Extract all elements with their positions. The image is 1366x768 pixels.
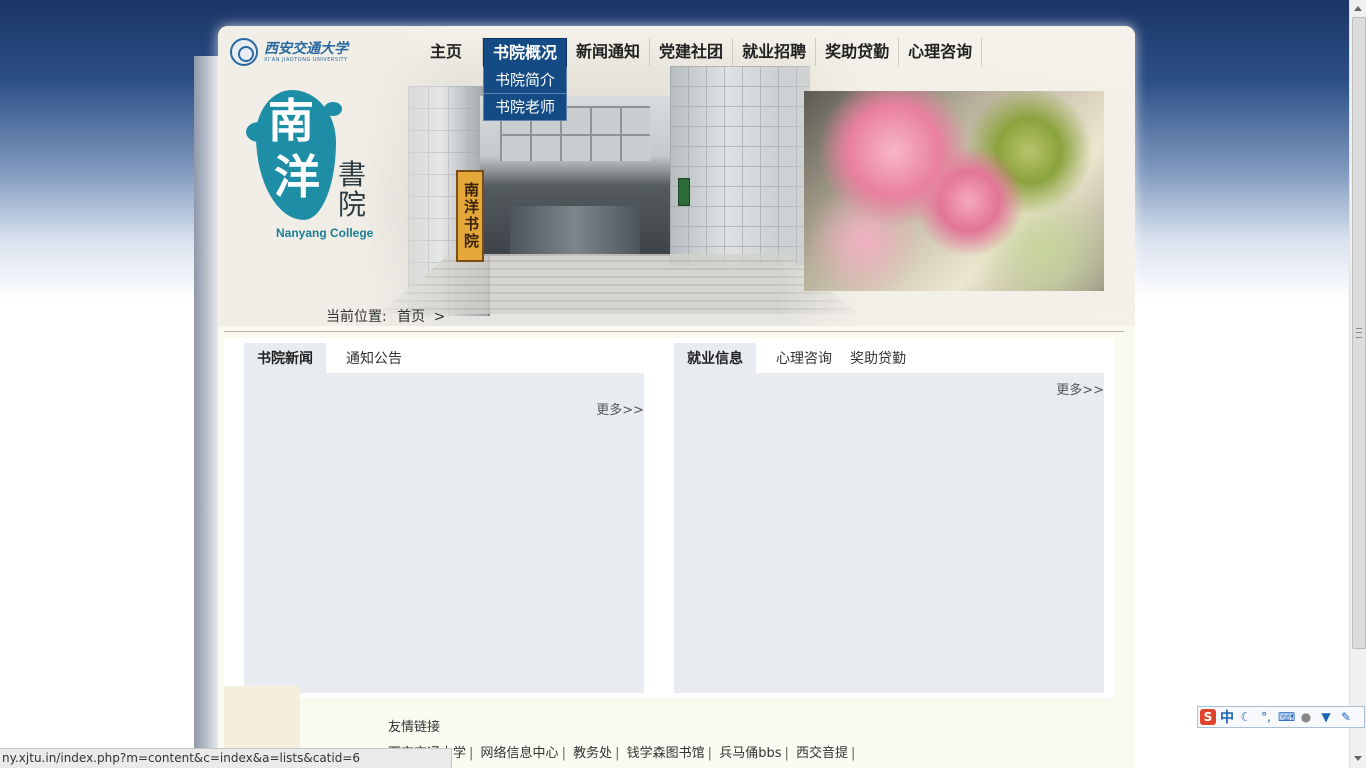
friend-links: 西安交通大学| 网络信息中心| 教务处| 钱学森图书馆| 兵马俑bbs| 西交音… bbox=[388, 742, 858, 761]
jobs-panel-body: 更多>> bbox=[674, 373, 1104, 693]
moon-icon[interactable]: ☾ bbox=[1238, 709, 1254, 725]
breadcrumb: 当前位置: 首页 > bbox=[326, 306, 445, 326]
wrench-icon[interactable]: ✎ bbox=[1338, 709, 1354, 725]
tab-college-news[interactable]: 书院新闻 bbox=[244, 343, 326, 373]
college-logo[interactable]: 南 洋 書 院 Nanyang College bbox=[246, 82, 386, 252]
nav-item-counseling[interactable]: 心理咨询 bbox=[899, 38, 983, 66]
scroll-down-arrow-icon[interactable] bbox=[1354, 756, 1362, 761]
news-more-link[interactable]: 更多>> bbox=[596, 399, 644, 418]
nav-item-home[interactable]: 主页 bbox=[410, 38, 484, 66]
jobs-panel: 就业信息 心理咨询 奖助贷勤 更多>> bbox=[674, 343, 1104, 693]
friend-link[interactable]: 钱学森图书馆 bbox=[627, 746, 705, 761]
news-panel: 书院新闻 通知公告 更多>> bbox=[244, 343, 644, 693]
ime-mode-toggle[interactable]: 中 bbox=[1220, 707, 1234, 727]
nav-item-overview-label: 书院概况 bbox=[493, 43, 558, 62]
college-english-name: Nanyang College bbox=[276, 226, 374, 240]
nav-item-party[interactable]: 党建社团 bbox=[650, 38, 734, 66]
college-logo-char-yuan: 院 bbox=[338, 188, 367, 221]
main-nav: 主页 书院概况 书院简介 书院老师 新闻通知 党建社团 就业招聘 奖助贷勤 心理… bbox=[410, 38, 983, 121]
breadcrumb-home-link[interactable]: 首页 bbox=[397, 309, 425, 325]
nav-item-overview[interactable]: 书院概况 书院简介 书院老师 bbox=[483, 38, 568, 121]
college-logo-char-yang: 洋 bbox=[274, 150, 320, 204]
tab-notices[interactable]: 通知公告 bbox=[326, 343, 415, 373]
browser-status-bar: ny.xjtu.in/index.php?m=content&c=index&a… bbox=[0, 748, 452, 768]
university-name: 西安交通大学 bbox=[264, 41, 348, 57]
college-logo-char-nan: 南 bbox=[268, 94, 314, 148]
friend-link[interactable]: 西交音提 bbox=[796, 746, 848, 761]
nav-dropdown-overview: 书院简介 书院老师 bbox=[483, 67, 568, 121]
nav-item-news[interactable]: 新闻通知 bbox=[567, 38, 651, 66]
friend-link[interactable]: 网络信息中心 bbox=[481, 746, 559, 761]
vertical-scrollbar[interactable] bbox=[1349, 0, 1366, 768]
university-seal-icon bbox=[230, 38, 258, 66]
friend-link[interactable]: 教务处 bbox=[573, 746, 612, 761]
content-area: 书院新闻 通知公告 更多>> 就业信息 心理咨询 奖助贷勤 更多>> bbox=[224, 338, 1114, 698]
header-banner: 南洋书院 西安交通大学 XI'AN JIAOTONG UNIVERSITY 南 … bbox=[218, 26, 1135, 326]
tab-job-info[interactable]: 就业信息 bbox=[674, 343, 756, 373]
friend-link[interactable]: 兵马俑bbs bbox=[719, 746, 781, 761]
news-panel-tabs: 书院新闻 通知公告 bbox=[244, 343, 644, 373]
green-sign bbox=[678, 178, 690, 206]
college-logo-char-shu: 書 bbox=[338, 158, 367, 191]
dropdown-item-intro[interactable]: 书院简介 bbox=[483, 67, 568, 94]
breadcrumb-arrow: > bbox=[433, 309, 446, 325]
cherry-blossom-photo bbox=[804, 91, 1104, 291]
university-logo[interactable]: 西安交通大学 XI'AN JIAOTONG UNIVERSITY bbox=[230, 36, 350, 68]
jobs-panel-tabs: 就业信息 心理咨询 奖助贷勤 bbox=[674, 343, 1104, 373]
tab-financial-aid[interactable]: 奖助贷勤 bbox=[840, 343, 919, 373]
university-english-name: XI'AN JIAOTONG UNIVERSITY bbox=[264, 57, 348, 63]
dropdown-item-teachers[interactable]: 书院老师 bbox=[483, 94, 568, 121]
page-container: 南洋书院 西安交通大学 XI'AN JIAOTONG UNIVERSITY 南 … bbox=[218, 26, 1135, 768]
friend-links-title: 友情链接 bbox=[388, 720, 441, 735]
nav-item-aid[interactable]: 奖助贷勤 bbox=[816, 38, 900, 66]
tab-counseling[interactable]: 心理咨询 bbox=[756, 343, 840, 373]
header-divider bbox=[224, 331, 1124, 332]
user-icon[interactable]: ● bbox=[1298, 709, 1314, 725]
keyboard-icon[interactable]: ⌨ bbox=[1278, 709, 1295, 725]
news-panel-body: 更多>> bbox=[244, 373, 644, 693]
scroll-up-arrow-icon[interactable] bbox=[1354, 6, 1362, 11]
breadcrumb-label: 当前位置: bbox=[326, 309, 387, 325]
scrollbar-thumb[interactable] bbox=[1352, 17, 1366, 649]
jobs-more-link[interactable]: 更多>> bbox=[1056, 379, 1104, 398]
skin-shirt-icon[interactable]: ▼ bbox=[1318, 709, 1334, 725]
ime-toolbar: S 中 ☾ °, ⌨ ● ▼ ✎ bbox=[1197, 706, 1365, 728]
college-plaque: 南洋书院 bbox=[456, 170, 484, 262]
sogou-logo-icon[interactable]: S bbox=[1200, 709, 1216, 725]
nav-item-jobs[interactable]: 就业招聘 bbox=[733, 38, 817, 66]
punctuation-icon[interactable]: °, bbox=[1258, 709, 1274, 725]
